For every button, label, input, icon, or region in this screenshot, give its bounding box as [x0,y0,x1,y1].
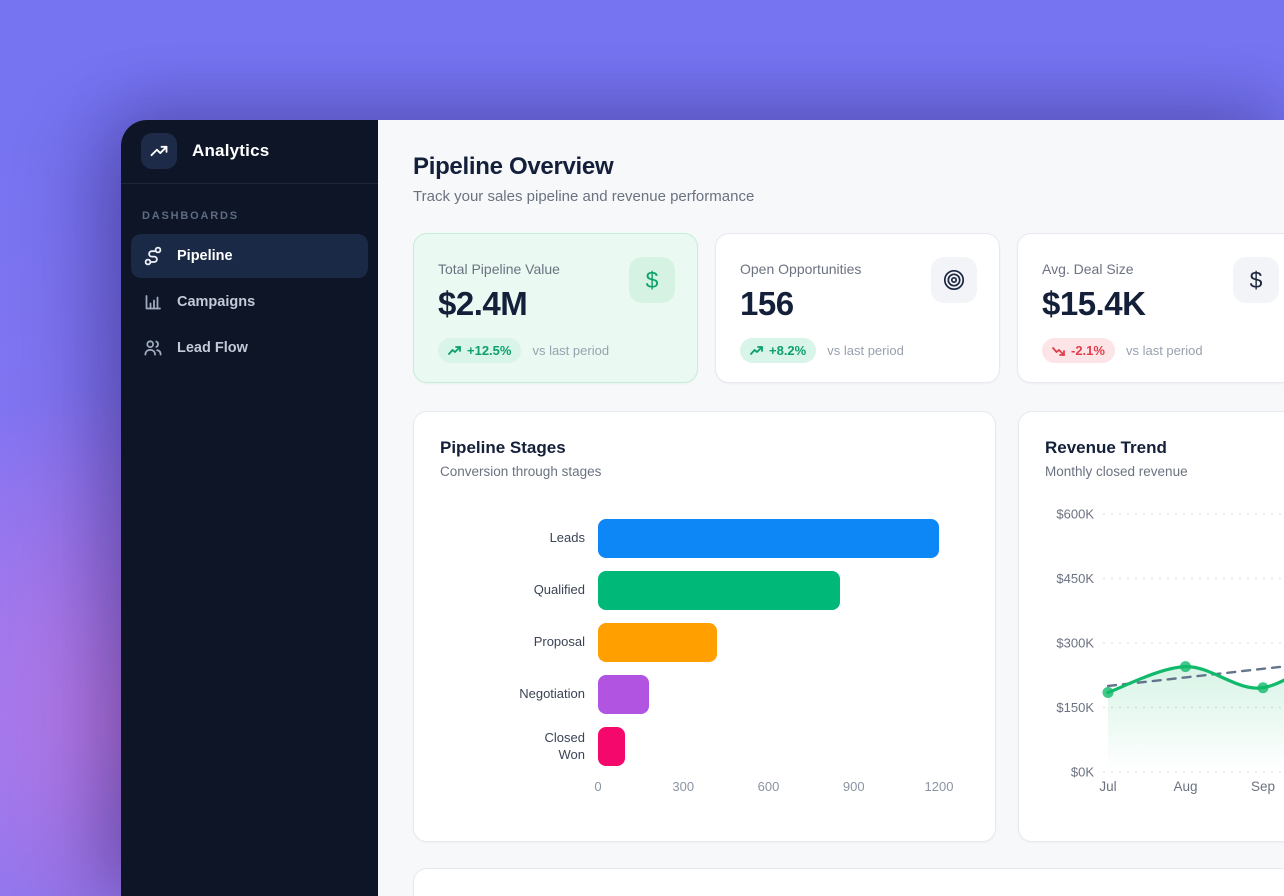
chart-title: Pipeline Stages [440,438,969,458]
trending-down-icon [1052,345,1065,357]
bottom-card [413,868,1284,896]
users-icon [143,338,163,358]
sidebar: Analytics DASHBOARDS Pipeline Campaigns [121,120,378,896]
dollar-icon: $ [629,257,675,303]
bar [598,519,939,558]
x-axis-tick: 0 [594,779,601,794]
compare-label: vs last period [532,343,609,358]
x-axis-tick: 1200 [925,779,954,794]
trending-up-icon [141,133,177,169]
bar-category-label: Proposal [440,634,598,651]
chart-subtitle: Monthly closed revenue [1045,464,1284,479]
x-axis-tick: 600 [758,779,780,794]
bar [598,727,625,766]
x-axis-tick: Sep [1251,779,1275,794]
stat-card-total-pipeline-value: Total Pipeline Value $2.4M $ +12.5% vs l… [413,233,698,383]
bar-track [598,727,939,766]
sidebar-item-label: Campaigns [177,294,255,310]
area-fill [1108,643,1284,772]
chart-title: Revenue Trend [1045,438,1284,458]
main-content: Pipeline Overview Track your sales pipel… [378,120,1284,896]
x-axis-tick: Aug [1173,779,1197,794]
chart-subtitle: Conversion through stages [440,464,969,479]
bar [598,571,840,610]
y-axis-tick: $450K [1056,571,1094,586]
stat-cards-row: Total Pipeline Value $2.4M $ +12.5% vs l… [413,233,1284,383]
change-value: -2.1% [1071,343,1105,358]
y-axis-tick: $150K [1056,700,1094,715]
bar-track [598,675,939,714]
charts-row: Pipeline Stages Conversion through stage… [413,411,1284,842]
stat-card-open-opportunities: Open Opportunities 156 +8.2% vs last per… [715,233,1000,383]
change-badge: +12.5% [438,338,521,363]
bar-track [598,571,939,610]
bar-category-label: Closed Won [440,730,598,764]
bar-track [598,623,939,662]
y-axis-tick: $300K [1056,636,1094,651]
line-chart: $600K $450K $300K $150K $0K Jul Aug Sep [1019,495,1284,810]
sidebar-item-campaigns[interactable]: Campaigns [131,280,368,324]
horizontal-bar-chart: Leads Qualified Proposal Negotiation Closed … [440,519,969,797]
bar-row: Closed Won [440,727,969,766]
y-axis-tick: $600K [1056,507,1094,522]
stat-trend-row: +12.5% vs last period [438,338,673,363]
brand-name: Analytics [192,141,269,161]
bar-track [598,519,939,558]
data-point [1103,687,1114,698]
route-icon [143,246,163,266]
x-axis-tick: 900 [843,779,865,794]
change-badge: -2.1% [1042,338,1115,363]
sidebar-item-label: Pipeline [177,248,233,264]
page-title: Pipeline Overview [413,153,1284,181]
x-axis: 03006009001200 [598,779,939,797]
change-value: +12.5% [467,343,511,358]
app-logo: Analytics [121,120,378,183]
bar-row: Qualified [440,571,969,610]
sidebar-nav: Pipeline Campaigns Lead Flow [121,234,378,372]
bar-category-label: Negotiation [440,686,598,703]
compare-label: vs last period [827,343,904,358]
data-point [1180,661,1191,672]
bar-row: Negotiation [440,675,969,714]
dollar-icon: $ [1233,257,1279,303]
bar-row: Proposal [440,623,969,662]
change-value: +8.2% [769,343,806,358]
bar [598,675,649,714]
bar [598,623,717,662]
page-subtitle: Track your sales pipeline and revenue pe… [413,188,1284,205]
pipeline-stages-card: Pipeline Stages Conversion through stage… [413,411,996,842]
sidebar-item-lead-flow[interactable]: Lead Flow [131,326,368,370]
x-axis-tick: 300 [672,779,694,794]
y-axis-tick: $0K [1071,765,1094,780]
trending-up-icon [750,345,763,357]
stat-card-avg-deal-size: Avg. Deal Size $15.4K $ -2.1% vs last pe… [1017,233,1284,383]
trending-up-icon [448,345,461,357]
stat-trend-row: +8.2% vs last period [740,338,975,363]
bar-row: Leads [440,519,969,558]
change-badge: +8.2% [740,338,816,363]
target-icon [931,257,977,303]
bar-chart-icon [143,292,163,312]
bar-category-label: Qualified [440,582,598,599]
sidebar-item-label: Lead Flow [177,340,248,356]
bar-category-label: Leads [440,530,598,547]
revenue-trend-card: Revenue Trend Monthly closed revenue $60… [1018,411,1284,842]
app-window: Analytics DASHBOARDS Pipeline Campaigns [121,120,1284,896]
sidebar-section-label: DASHBOARDS [121,184,378,234]
compare-label: vs last period [1126,343,1203,358]
sidebar-item-pipeline[interactable]: Pipeline [131,234,368,278]
stat-trend-row: -2.1% vs last period [1042,338,1277,363]
data-point [1258,682,1269,693]
x-axis-tick: Jul [1099,779,1116,794]
